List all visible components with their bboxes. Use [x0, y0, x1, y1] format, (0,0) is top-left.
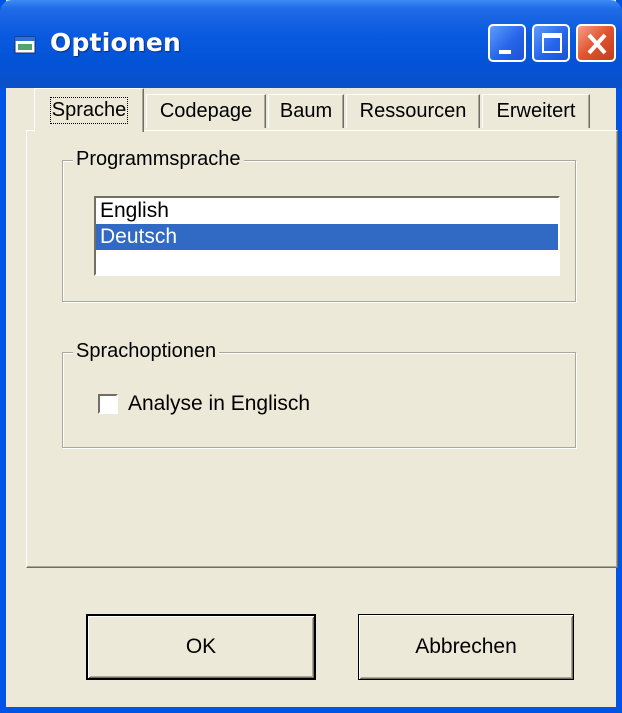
- tab-ressourcen[interactable]: Ressourcen: [346, 94, 480, 128]
- close-icon: [587, 33, 607, 55]
- cancel-button-label: Abbrechen: [415, 635, 517, 658]
- group-title: Programmsprache: [73, 148, 244, 171]
- cancel-button[interactable]: Abbrechen: [358, 614, 574, 680]
- tab-codepage[interactable]: Codepage: [146, 94, 266, 128]
- list-item-english[interactable]: English: [96, 198, 558, 224]
- title-bar[interactable]: Optionen: [0, 0, 622, 88]
- maximize-icon: [542, 33, 562, 53]
- minimize-icon: [499, 50, 511, 54]
- maximize-button[interactable]: [532, 24, 570, 62]
- minimize-button[interactable]: [488, 24, 526, 62]
- tab-erweitert[interactable]: Erweitert: [482, 94, 590, 128]
- language-listbox[interactable]: English Deutsch: [94, 196, 560, 276]
- options-dialog: Optionen Sprache Codepage Baum Ressource…: [0, 0, 622, 713]
- tab-label: Erweitert: [496, 100, 576, 122]
- tab-baum[interactable]: Baum: [268, 94, 344, 128]
- tab-sprache[interactable]: Sprache: [34, 88, 144, 132]
- analyse-english-checkbox[interactable]: [98, 394, 118, 414]
- tab-label: Sprache: [49, 97, 129, 124]
- group-title: Sprachoptionen: [73, 340, 220, 363]
- tab-label: Baum: [279, 100, 333, 122]
- ok-button-label: OK: [185, 635, 217, 658]
- tab-label: Codepage: [159, 100, 253, 122]
- close-button[interactable]: [576, 24, 616, 62]
- window-app-icon[interactable]: [14, 36, 36, 54]
- list-item-deutsch[interactable]: Deutsch: [96, 224, 558, 250]
- checkbox-label[interactable]: Analyse in Englisch: [128, 392, 310, 416]
- window-title: Optionen: [50, 28, 181, 57]
- ok-button[interactable]: OK: [86, 614, 316, 680]
- tab-label: Ressourcen: [359, 100, 467, 122]
